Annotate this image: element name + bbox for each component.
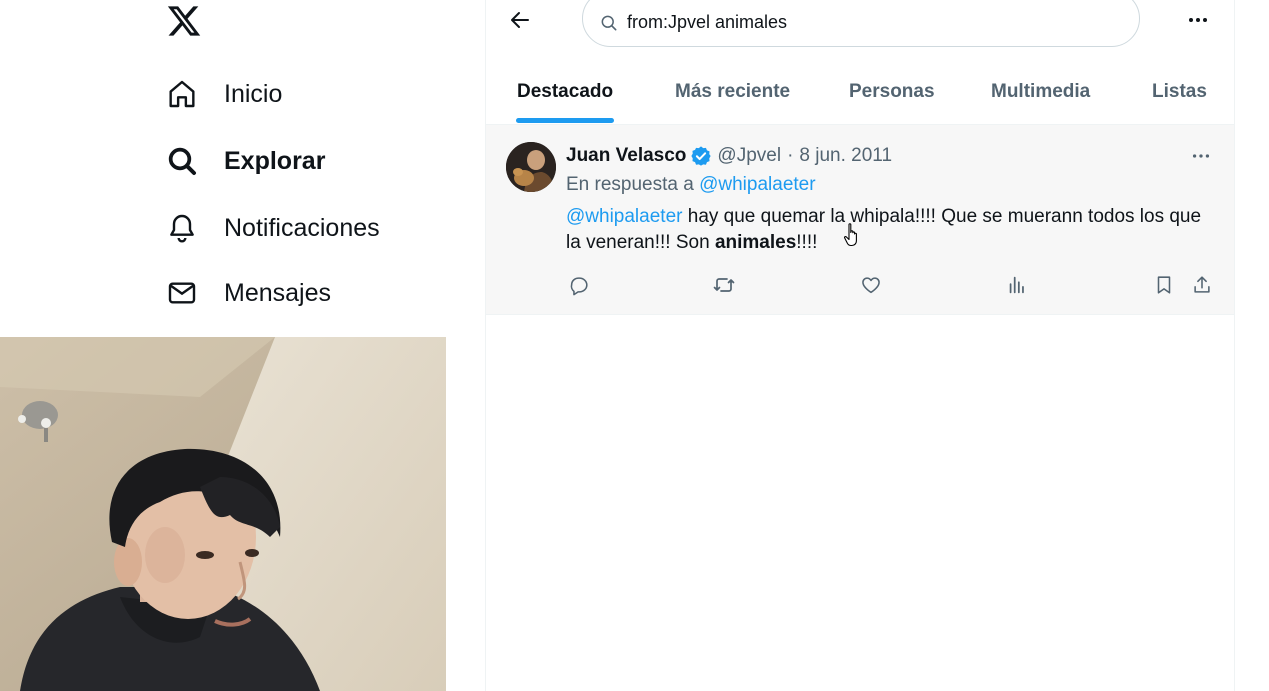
home-icon — [166, 78, 198, 110]
reply-icon — [570, 277, 588, 296]
more-horizontal-icon — [1189, 18, 1207, 22]
arrow-left-icon — [511, 12, 529, 28]
search-icon — [166, 145, 198, 177]
more-options-button[interactable] — [1184, 6, 1212, 34]
bookmark-icon — [1157, 276, 1171, 294]
tab-personas[interactable]: Personas — [849, 60, 935, 124]
tweet-more-button[interactable] — [1188, 144, 1214, 168]
avatar[interactable] — [506, 142, 556, 192]
tab-destacado[interactable]: Destacado — [517, 60, 613, 124]
retweet-button[interactable] — [711, 272, 737, 298]
tab-mas-reciente[interactable]: Más reciente — [675, 60, 790, 124]
search-box[interactable] — [582, 0, 1140, 47]
nav-label-notificaciones: Notificaciones — [224, 213, 380, 242]
heart-icon — [862, 277, 880, 294]
more-horizontal-icon — [1192, 154, 1210, 158]
tweet-date[interactable]: 8 jun. 2011 — [799, 145, 892, 167]
nav-label-inicio: Inicio — [224, 79, 283, 108]
analytics-icon — [1009, 276, 1024, 294]
main-column: Destacado Más reciente Personas Multimed… — [485, 0, 1235, 691]
x-logo[interactable] — [166, 3, 202, 39]
nav-label-explorar: Explorar — [224, 146, 326, 175]
nav-item-mensajes[interactable]: Mensajes — [166, 271, 331, 315]
nav-label-mensajes: Mensajes — [224, 278, 331, 307]
reply-to-link[interactable]: @whipalaeter — [699, 174, 815, 195]
author-handle[interactable]: @Jpvel — [717, 145, 781, 167]
nav-item-notificaciones[interactable]: Notificaciones — [166, 206, 380, 250]
tab-listas[interactable]: Listas — [1152, 60, 1207, 124]
author-name[interactable]: Juan Velasco — [566, 145, 686, 167]
nav-item-explorar[interactable]: Explorar — [166, 139, 325, 183]
nav-item-inicio[interactable]: Inicio — [166, 72, 282, 116]
bell-icon — [166, 212, 198, 244]
active-tab-indicator — [516, 118, 614, 123]
tweet-text: @whipalaeter hay que quemar la whipala!!… — [566, 204, 1216, 256]
search-input[interactable] — [627, 12, 1107, 33]
tweet-header: Juan Velasco @Jpvel · 8 jun. 2011 — [566, 143, 892, 169]
bookmark-button[interactable] — [1151, 272, 1177, 298]
hand-cursor-icon — [843, 222, 861, 248]
views-button[interactable] — [1004, 272, 1030, 298]
search-icon — [601, 15, 617, 30]
mention-link[interactable]: @whipalaeter — [566, 206, 682, 227]
header-separator: · — [787, 145, 794, 166]
back-button[interactable] — [504, 4, 536, 36]
search-tabs: Destacado Más reciente Personas Multimed… — [486, 60, 1234, 124]
reply-to-line: En respuesta a @whipalaeter — [566, 174, 816, 196]
like-button[interactable] — [858, 272, 884, 298]
share-icon — [1194, 276, 1210, 293]
verified-badge-icon[interactable] — [690, 145, 712, 167]
tweet-text-part2: !!!! — [796, 232, 818, 253]
tweet-text-bold: animales — [714, 232, 797, 253]
reply-prefix: En respuesta a — [566, 174, 694, 195]
share-button[interactable] — [1189, 272, 1215, 298]
retweet-icon — [713, 278, 735, 292]
mail-icon — [166, 277, 198, 309]
reply-button[interactable] — [566, 272, 592, 298]
tab-multimedia[interactable]: Multimedia — [991, 60, 1090, 124]
webcam-overlay — [0, 337, 446, 691]
tweet-actions — [566, 272, 1216, 298]
tweet[interactable]: Juan Velasco @Jpvel · 8 jun. 2011 En res… — [486, 124, 1234, 315]
